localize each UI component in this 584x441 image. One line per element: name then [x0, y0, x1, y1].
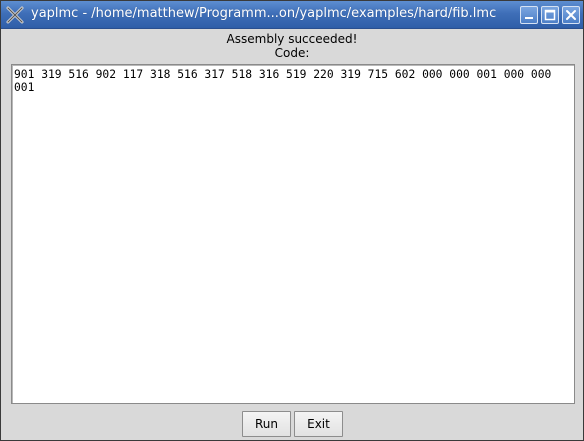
close-icon: [566, 10, 576, 20]
maximize-icon: [544, 9, 556, 21]
title-bar[interactable]: yaplmc - /home/matthew/Programm...on/yap…: [1, 1, 583, 29]
status-message: Assembly succeeded!: [226, 32, 358, 46]
exit-button[interactable]: Exit: [294, 411, 343, 437]
app-window: yaplmc - /home/matthew/Programm...on/yap…: [0, 0, 584, 441]
code-output-textbox[interactable]: 901 319 516 902 117 318 516 317 518 316 …: [11, 64, 575, 404]
minimize-icon: [525, 17, 533, 19]
maximize-button[interactable]: [541, 6, 559, 24]
app-icon[interactable]: [5, 5, 25, 25]
close-button[interactable]: [562, 6, 580, 24]
minimize-button[interactable]: [520, 6, 538, 24]
window-title: yaplmc - /home/matthew/Programm...on/yap…: [31, 6, 497, 21]
code-label: Code:: [274, 46, 310, 60]
run-button[interactable]: Run: [242, 411, 291, 437]
